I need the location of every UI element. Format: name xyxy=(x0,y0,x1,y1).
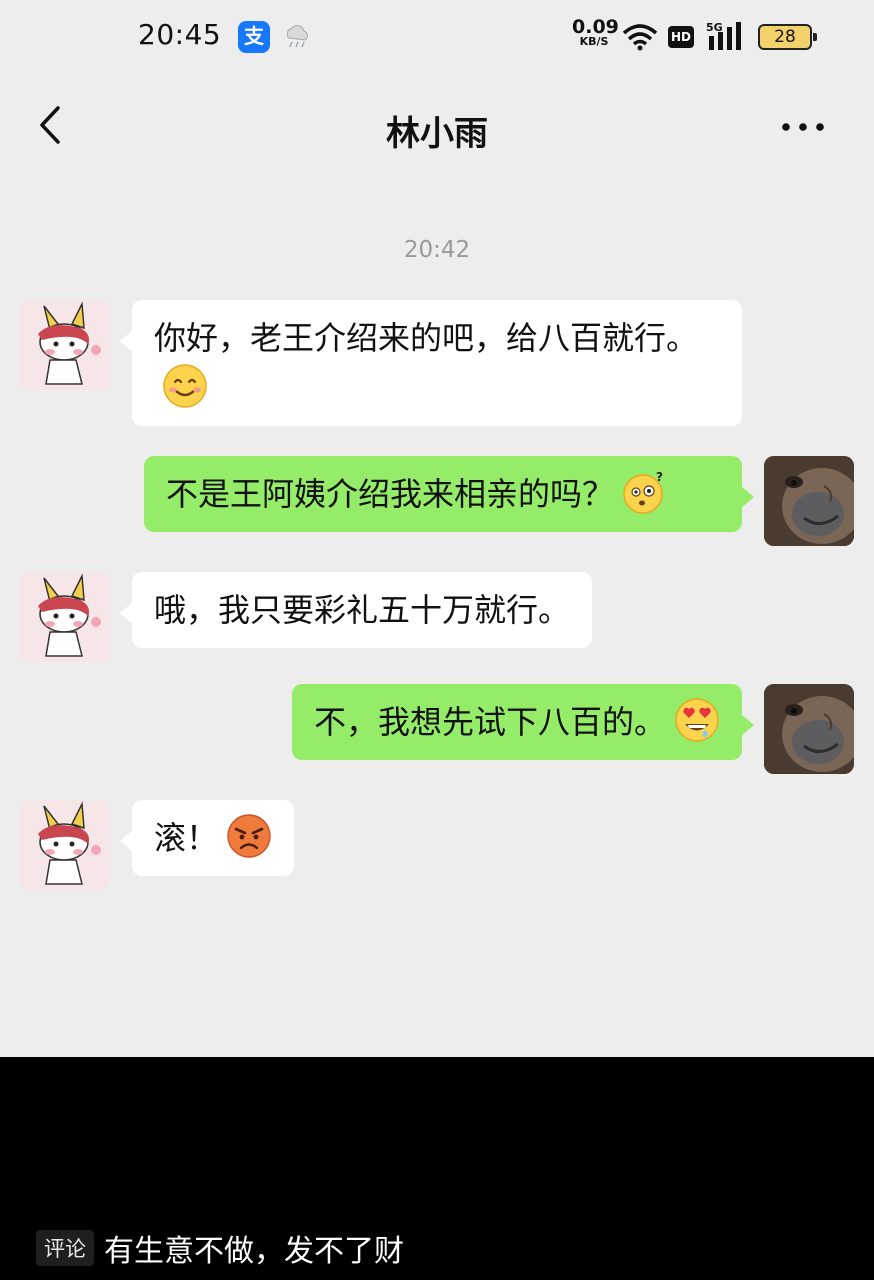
heart-eyes-drool-emoji xyxy=(675,698,719,742)
user-avatar[interactable] xyxy=(764,456,854,546)
comment-text: 有生意不做，发不了财 xyxy=(104,1234,404,1269)
rain-cloud-icon xyxy=(286,25,308,48)
contact-avatar[interactable] xyxy=(20,300,110,390)
smiling-face-emoji xyxy=(163,364,207,408)
comment-tag: 评论 xyxy=(36,1230,94,1266)
message-text: 哦，我只要彩礼五十万就行。 xyxy=(154,591,571,629)
bulldog-avatar-icon xyxy=(764,456,854,546)
message-text: 不，我想先试下八百的。 xyxy=(313,703,666,741)
chat-header: 林小雨 xyxy=(0,88,874,168)
message-bubble-outgoing[interactable]: 不是王阿姨介绍我来相亲的吗？ ? xyxy=(144,456,754,532)
message-bubble-incoming[interactable]: 滚！ xyxy=(119,800,295,876)
status-time: 20:45 xyxy=(138,18,222,51)
cartoon-girl-avatar-icon xyxy=(20,572,110,662)
angry-face-emoji xyxy=(227,814,271,858)
comment-caption: 评论 有生意不做，发不了财 xyxy=(36,1226,404,1269)
message-bubble-outgoing[interactable]: 不，我想先试下八百的。 xyxy=(291,684,755,760)
chat-title: 林小雨 xyxy=(386,114,488,154)
message-text: 滚！ xyxy=(154,819,219,857)
bulldog-avatar-icon xyxy=(764,684,854,774)
message-timestamp: 20:42 xyxy=(403,237,471,263)
svg-text:?: ? xyxy=(656,470,663,484)
alipay-icon: 支 xyxy=(238,21,270,53)
message-text: 不是王阿姨介绍我来相亲的吗？ xyxy=(166,475,615,513)
cartoon-girl-avatar-icon xyxy=(20,300,110,390)
contact-avatar[interactable] xyxy=(20,572,110,662)
battery-indicator: 28 xyxy=(758,24,817,50)
contact-avatar[interactable] xyxy=(20,800,110,890)
more-horizontal-icon[interactable] xyxy=(778,112,828,142)
confused-face-emoji: ? xyxy=(623,470,663,514)
chat-screen: 20:45 支 0.09 KB/S HD 5G 28 林小雨 20:42 你好，… xyxy=(0,0,874,1057)
status-bar: 20:45 支 0.09 KB/S HD 5G 28 xyxy=(0,0,874,76)
signal-5g-icon: 5G xyxy=(706,21,741,50)
message-bubble-incoming[interactable]: 你好，老王介绍来的吧，给八百就行。 xyxy=(120,300,742,426)
hd-badge: HD xyxy=(668,26,694,48)
message-bubble-incoming[interactable]: 哦，我只要彩礼五十万就行。 xyxy=(119,572,593,648)
cartoon-girl-avatar-icon xyxy=(20,800,110,890)
network-speed: 0.09 KB/S xyxy=(572,16,619,48)
message-text: 你好，老王介绍来的吧，给八百就行。 xyxy=(154,319,699,357)
wifi-icon xyxy=(622,24,658,51)
user-avatar[interactable] xyxy=(764,684,854,774)
